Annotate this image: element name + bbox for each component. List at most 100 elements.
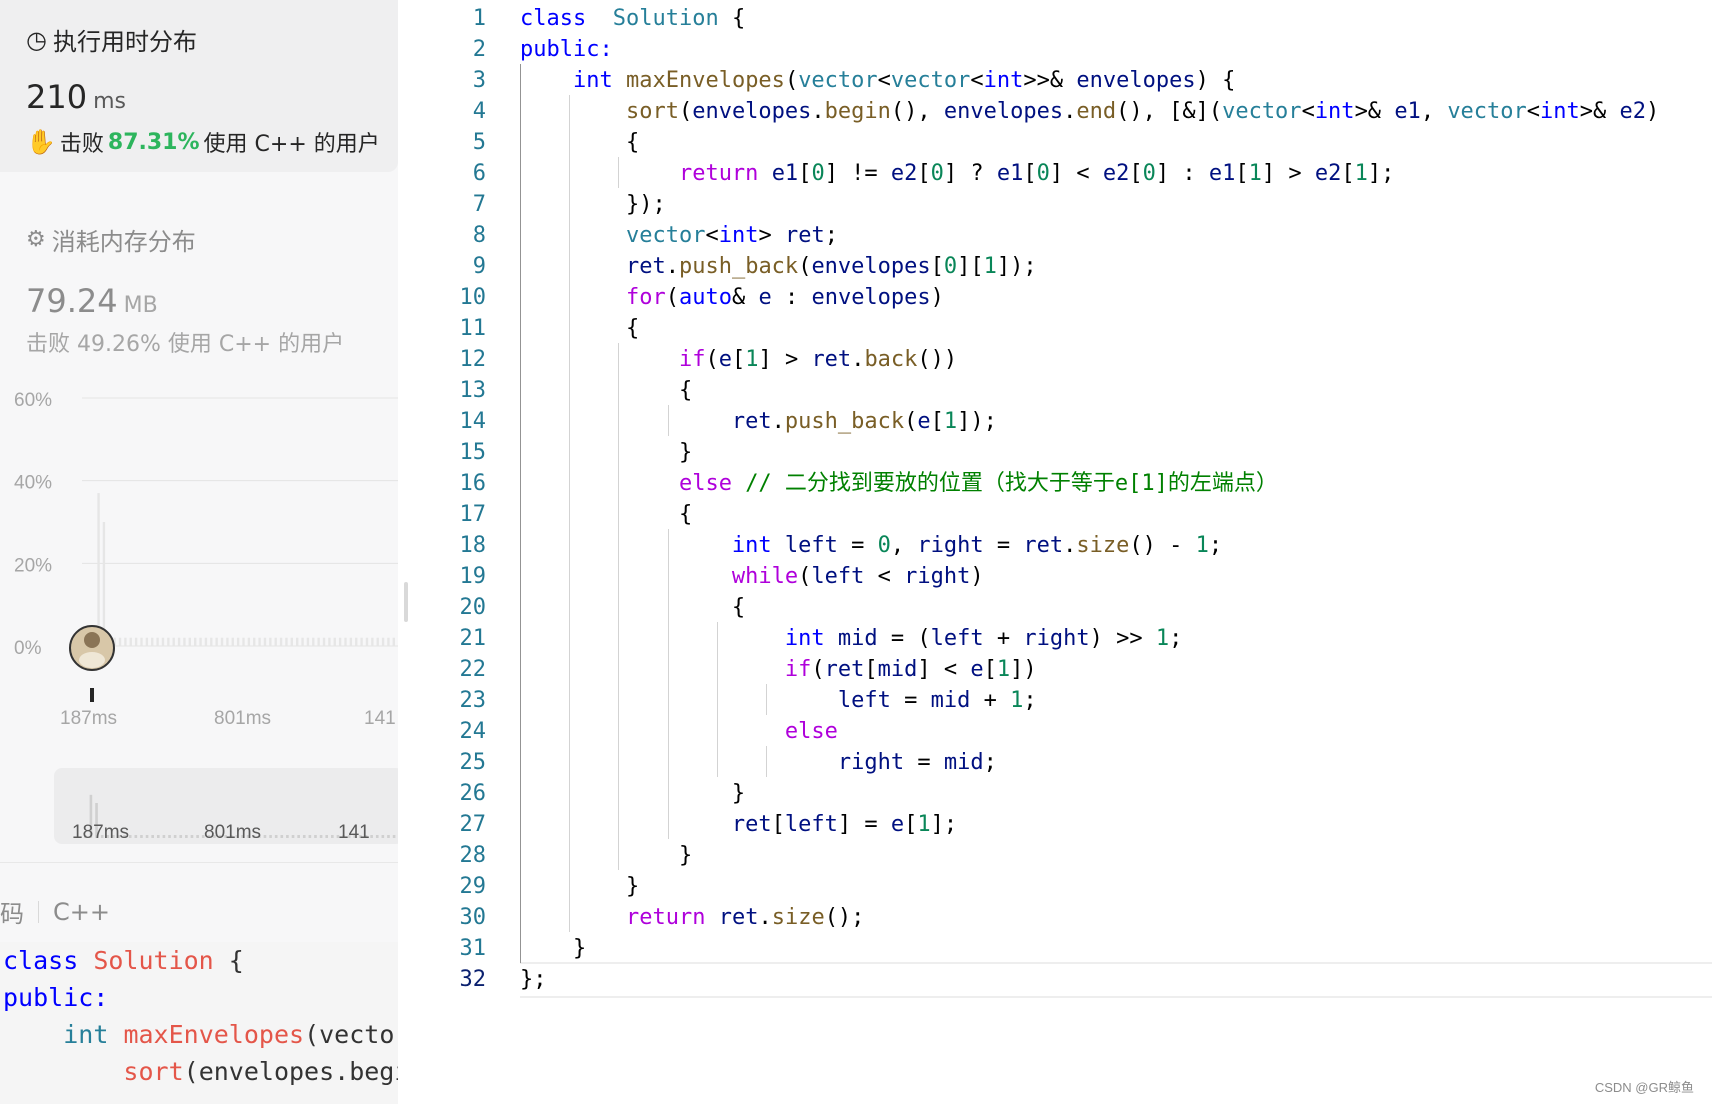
code-text: if(e[1] > ret.back()): [520, 343, 957, 376]
code-line[interactable]: 18 int left = 0, right = ret.size() - 1;: [414, 529, 1712, 562]
code-token: ();: [824, 905, 865, 930]
preview-code-token: class: [3, 946, 79, 975]
code-token: <: [705, 223, 719, 248]
code-token: left: [811, 564, 865, 589]
code-line[interactable]: 26 }: [414, 777, 1712, 810]
code-line[interactable]: 20 {: [414, 591, 1712, 624]
y-tick-label: 60%: [14, 390, 52, 411]
chart-range-navigator[interactable]: 187ms 801ms 141: [54, 768, 398, 844]
code-token: .: [811, 99, 825, 124]
code-token: int: [784, 626, 825, 651]
code-editor[interactable]: 1 class Solution {2 public: 3 int maxEnvelo…: [414, 0, 1712, 1104]
code-text: };: [520, 963, 547, 996]
code-token: right: [1023, 626, 1090, 651]
chart-bar: [290, 637, 293, 646]
code-line[interactable]: 24 else: [414, 715, 1712, 748]
code-line[interactable]: 2 public:: [414, 33, 1712, 66]
code-token: mid: [877, 657, 918, 682]
code-text: ret.push_back(e[1]);: [520, 405, 997, 438]
code-line[interactable]: 25 right = mid;: [414, 746, 1712, 779]
code-token: = (: [877, 626, 931, 651]
chart-bar: [365, 637, 369, 646]
code-token: right: [917, 533, 984, 558]
code-line[interactable]: 12 if(e[1] > ret.back()): [414, 343, 1712, 376]
code-text: int mid = (left + right) >> 1;: [520, 622, 1182, 655]
code-line[interactable]: 3 int maxEnvelopes(vector<vector<int>>& …: [414, 64, 1712, 97]
code-line[interactable]: 15 }: [414, 436, 1712, 469]
code-text: vector<int> ret;: [520, 219, 838, 252]
code-line[interactable]: 6 return e1[0] != e2[0] ? e1[0] < e2[0] …: [414, 157, 1712, 190]
code-token: [: [1023, 161, 1037, 186]
code-text: class Solution {: [520, 2, 745, 35]
mini-bar: [134, 835, 138, 838]
code-line[interactable]: 28 }: [414, 839, 1712, 872]
code-token: class: [520, 6, 587, 31]
code-text: return ret.size();: [520, 901, 864, 934]
runtime-value: 210 ms: [26, 78, 126, 116]
chart-bar: [194, 637, 197, 646]
runtime-distribution-chart[interactable]: 60% 40% 20% 0% 187ms 801ms 141: [0, 388, 398, 748]
preview-code-line: public:: [0, 979, 398, 1016]
chart-bar: [333, 637, 336, 646]
code-text: else // 二分找到要放的位置（找大于等于e[1]的左端点）: [520, 467, 1278, 500]
runtime-unit: ms: [93, 89, 126, 114]
code-line[interactable]: 1 class Solution {: [414, 2, 1712, 35]
code-token: envelopes: [811, 254, 931, 279]
code-line[interactable]: 14 ret.push_back(e[1]);: [414, 405, 1712, 438]
code-line[interactable]: 21 int mid = (left + right) >> 1;: [414, 622, 1712, 655]
code-line[interactable]: 11 {: [414, 312, 1712, 345]
chart-bar: [156, 637, 159, 646]
chart-bar: [118, 637, 122, 646]
code-token: envelopes: [692, 99, 812, 124]
line-number: 8: [472, 223, 486, 248]
code-token: ret: [718, 905, 759, 930]
line-number: 11: [459, 316, 487, 341]
chart-bar: [253, 637, 256, 646]
chart-bar: [215, 637, 218, 646]
code-line[interactable]: 9 ret.push_back(envelopes[0][1]);: [414, 250, 1712, 283]
preview-code-token: (vector: [304, 1020, 398, 1049]
code-line[interactable]: 22 if(ret[mid] < e[1]): [414, 653, 1712, 686]
code-line[interactable]: 5 {: [414, 126, 1712, 159]
code-line[interactable]: 8 vector<int> ret;: [414, 219, 1712, 252]
code-line[interactable]: 16 else // 二分找到要放的位置（找大于等于e[1]的左端点）: [414, 467, 1712, 500]
code-line[interactable]: 32};: [414, 963, 1712, 996]
code-token: >: [758, 223, 785, 248]
code-line[interactable]: 30 return ret.size();: [414, 901, 1712, 934]
code-token: [: [930, 254, 944, 279]
line-number: 30: [459, 905, 487, 930]
preview-code-token: (envelopes.begi: [183, 1057, 398, 1086]
code-line[interactable]: 7 });: [414, 188, 1712, 221]
code-token: [: [904, 812, 918, 837]
code-token: <: [1526, 99, 1541, 124]
runtime-card[interactable]: ◷ 执行用时分布 210 ms ✋ 击败 87.31% 使用 C++ 的用户: [0, 0, 398, 172]
line-number: 18: [459, 533, 487, 558]
resize-handle[interactable]: [404, 582, 408, 622]
code-line[interactable]: 13 {: [414, 374, 1712, 407]
runtime-beat: ✋ 击败 87.31% 使用 C++ 的用户: [26, 126, 380, 158]
code-token: ()): [917, 347, 958, 372]
code-token: ret: [824, 657, 865, 682]
code-token: ;: [1169, 626, 1183, 651]
chart-bar: [199, 637, 202, 646]
line-number: 29: [459, 874, 487, 899]
code-line[interactable]: 19 while(left < right): [414, 560, 1712, 593]
code-line[interactable]: 31 }: [414, 932, 1712, 965]
code-line[interactable]: 27 ret[left] = e[1];: [414, 808, 1712, 841]
code-token: e2: [1314, 161, 1342, 186]
line-number: 22: [459, 657, 487, 682]
code-line[interactable]: 23 left = mid + 1;: [414, 684, 1712, 717]
code-token: push_back: [784, 409, 905, 434]
code-token: e2: [890, 161, 918, 186]
memory-title[interactable]: ⚙ 消耗内存分布: [26, 222, 196, 257]
code-line[interactable]: 29 }: [414, 870, 1712, 903]
code-line[interactable]: 17 {: [414, 498, 1712, 531]
code-token: <: [877, 68, 891, 93]
memory-unit: MB: [123, 293, 158, 318]
code-text: }: [520, 436, 692, 469]
code-line[interactable]: 10 for(auto& e : envelopes): [414, 281, 1712, 314]
code-line[interactable]: 4 sort(envelopes.begin(), envelopes.end(…: [414, 95, 1712, 128]
